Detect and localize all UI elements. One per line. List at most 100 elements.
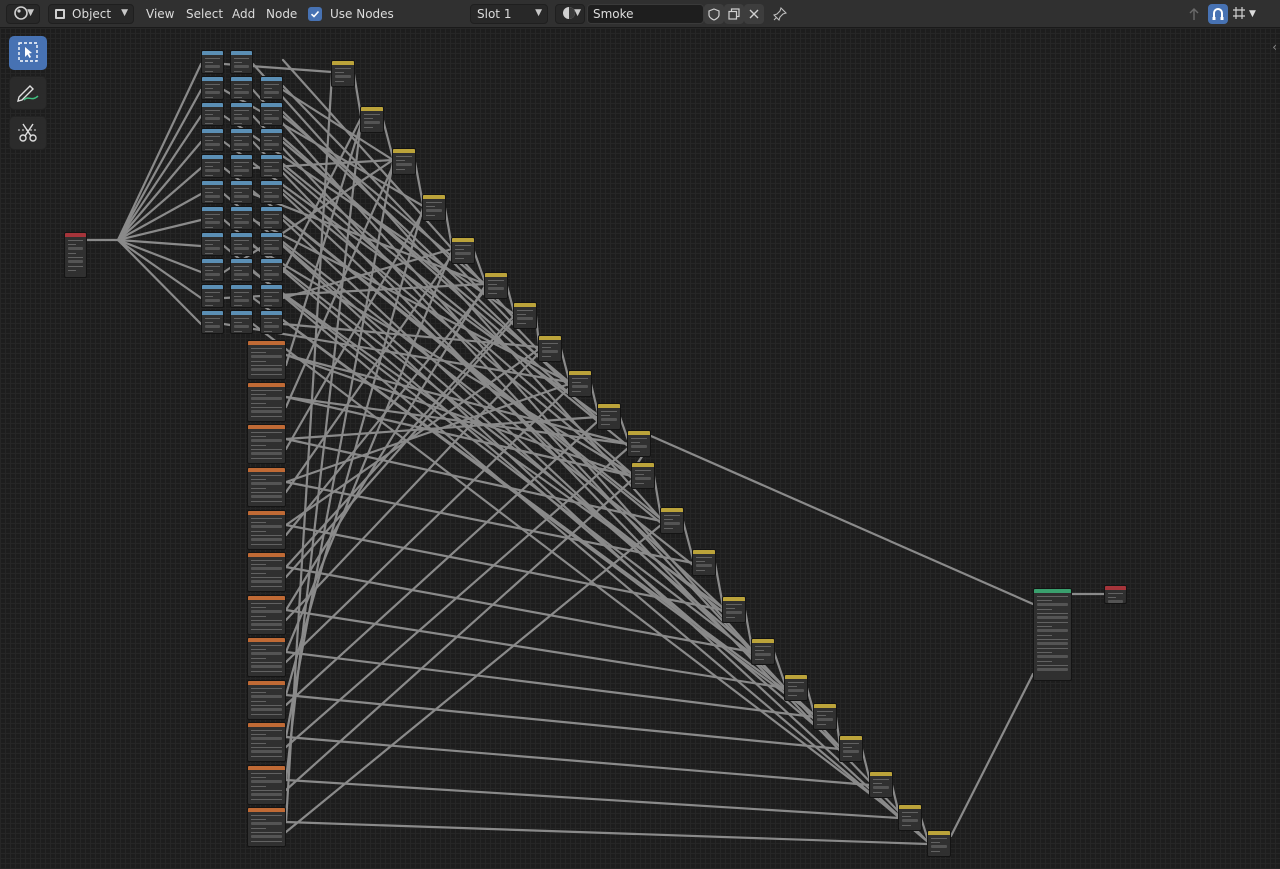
node-header[interactable]: [628, 431, 650, 435]
node-header[interactable]: [261, 77, 282, 81]
node-header[interactable]: [723, 597, 745, 601]
texture-node[interactable]: [260, 128, 283, 152]
node-header[interactable]: [202, 155, 223, 159]
texture-node[interactable]: [230, 50, 253, 74]
node-header[interactable]: [248, 808, 285, 812]
menu-select[interactable]: Select: [182, 4, 227, 24]
texture-node[interactable]: [230, 154, 253, 178]
node-header[interactable]: [231, 51, 252, 55]
texture-node[interactable]: [230, 128, 253, 152]
node-header[interactable]: [202, 207, 223, 211]
node-header[interactable]: [785, 675, 807, 679]
texture-node[interactable]: [230, 180, 253, 204]
pin-icon[interactable]: [770, 4, 790, 24]
mix-node[interactable]: [784, 674, 808, 701]
node-header[interactable]: [231, 77, 252, 81]
fake-user-shield-icon[interactable]: [704, 4, 724, 24]
mix-node[interactable]: [869, 771, 893, 798]
node-header[interactable]: [1034, 589, 1071, 593]
node-header[interactable]: [539, 336, 561, 340]
node-header[interactable]: [632, 463, 654, 467]
node-header[interactable]: [452, 238, 474, 242]
image-texture-node[interactable]: [247, 680, 286, 720]
texture-node[interactable]: [201, 102, 224, 126]
texture-node[interactable]: [230, 284, 253, 308]
mix-node[interactable]: [692, 549, 716, 576]
material-output-node[interactable]: [1104, 585, 1127, 604]
editor-type-dropdown[interactable]: ▼: [6, 4, 40, 24]
texture-node[interactable]: [260, 310, 283, 334]
mix-node[interactable]: [422, 194, 446, 221]
image-texture-node[interactable]: [247, 424, 286, 464]
node-header[interactable]: [202, 233, 223, 237]
tool-links-cut[interactable]: [9, 116, 47, 150]
mix-node[interactable]: [331, 60, 355, 87]
texture-node[interactable]: [230, 76, 253, 100]
node-header[interactable]: [231, 181, 252, 185]
node-header[interactable]: [840, 736, 862, 740]
texture-node[interactable]: [201, 50, 224, 74]
mix-node[interactable]: [813, 703, 837, 730]
use-nodes-toggle[interactable]: Use Nodes: [308, 4, 394, 24]
mix-node[interactable]: [631, 462, 655, 489]
mix-node[interactable]: [722, 596, 746, 623]
texture-node[interactable]: [260, 154, 283, 178]
slot-dropdown[interactable]: Slot 1 ▼: [470, 4, 548, 24]
principled-volume-node[interactable]: [1033, 588, 1072, 681]
node-header[interactable]: [569, 371, 591, 375]
mix-node[interactable]: [513, 302, 537, 329]
texture-node[interactable]: [230, 206, 253, 230]
texture-node[interactable]: [230, 102, 253, 126]
unlink-x-icon[interactable]: [744, 4, 764, 24]
mix-node[interactable]: [392, 148, 416, 175]
node-header[interactable]: [261, 103, 282, 107]
node-header[interactable]: [248, 681, 285, 685]
node-header[interactable]: [202, 129, 223, 133]
node-header[interactable]: [261, 155, 282, 159]
image-texture-node[interactable]: [247, 722, 286, 762]
mode-dropdown[interactable]: Object ▼: [48, 4, 134, 24]
texture-node[interactable]: [201, 180, 224, 204]
node-header[interactable]: [752, 639, 774, 643]
texture-node[interactable]: [201, 232, 224, 256]
mix-node[interactable]: [898, 804, 922, 831]
mix-node[interactable]: [538, 335, 562, 362]
node-header[interactable]: [231, 155, 252, 159]
image-texture-node[interactable]: [247, 595, 286, 635]
node-header[interactable]: [1105, 586, 1126, 590]
node-header[interactable]: [361, 107, 383, 111]
node-header[interactable]: [598, 404, 620, 408]
mix-node[interactable]: [927, 830, 951, 857]
node-header[interactable]: [248, 468, 285, 472]
overlay-dropdown[interactable]: ▼: [1232, 4, 1262, 24]
tool-select-box[interactable]: [9, 36, 47, 70]
node-header[interactable]: [928, 831, 950, 835]
texture-node[interactable]: [260, 180, 283, 204]
texture-node[interactable]: [230, 310, 253, 334]
node-header[interactable]: [231, 233, 252, 237]
texture-node[interactable]: [260, 284, 283, 308]
node-header[interactable]: [261, 129, 282, 133]
node-header[interactable]: [261, 259, 282, 263]
node-header[interactable]: [248, 553, 285, 557]
node-header[interactable]: [231, 207, 252, 211]
node-header[interactable]: [202, 103, 223, 107]
material-name-field[interactable]: Smoke: [587, 4, 704, 24]
image-texture-node[interactable]: [247, 382, 286, 422]
texture-node[interactable]: [260, 76, 283, 100]
node-header[interactable]: [248, 723, 285, 727]
image-texture-node[interactable]: [247, 765, 286, 805]
node-header[interactable]: [248, 383, 285, 387]
node-header[interactable]: [65, 233, 86, 237]
texture-node[interactable]: [201, 258, 224, 282]
node-header[interactable]: [248, 425, 285, 429]
node-header[interactable]: [393, 149, 415, 153]
node-header[interactable]: [423, 195, 445, 199]
checkbox-checked-icon[interactable]: [308, 7, 322, 21]
menu-add[interactable]: Add: [228, 4, 259, 24]
node-header[interactable]: [248, 511, 285, 515]
texture-node[interactable]: [230, 258, 253, 282]
image-texture-node[interactable]: [247, 340, 286, 380]
collapse-sidebar-chevron-icon[interactable]: ‹: [1272, 40, 1277, 54]
texture-coordinate-node[interactable]: [64, 232, 87, 278]
